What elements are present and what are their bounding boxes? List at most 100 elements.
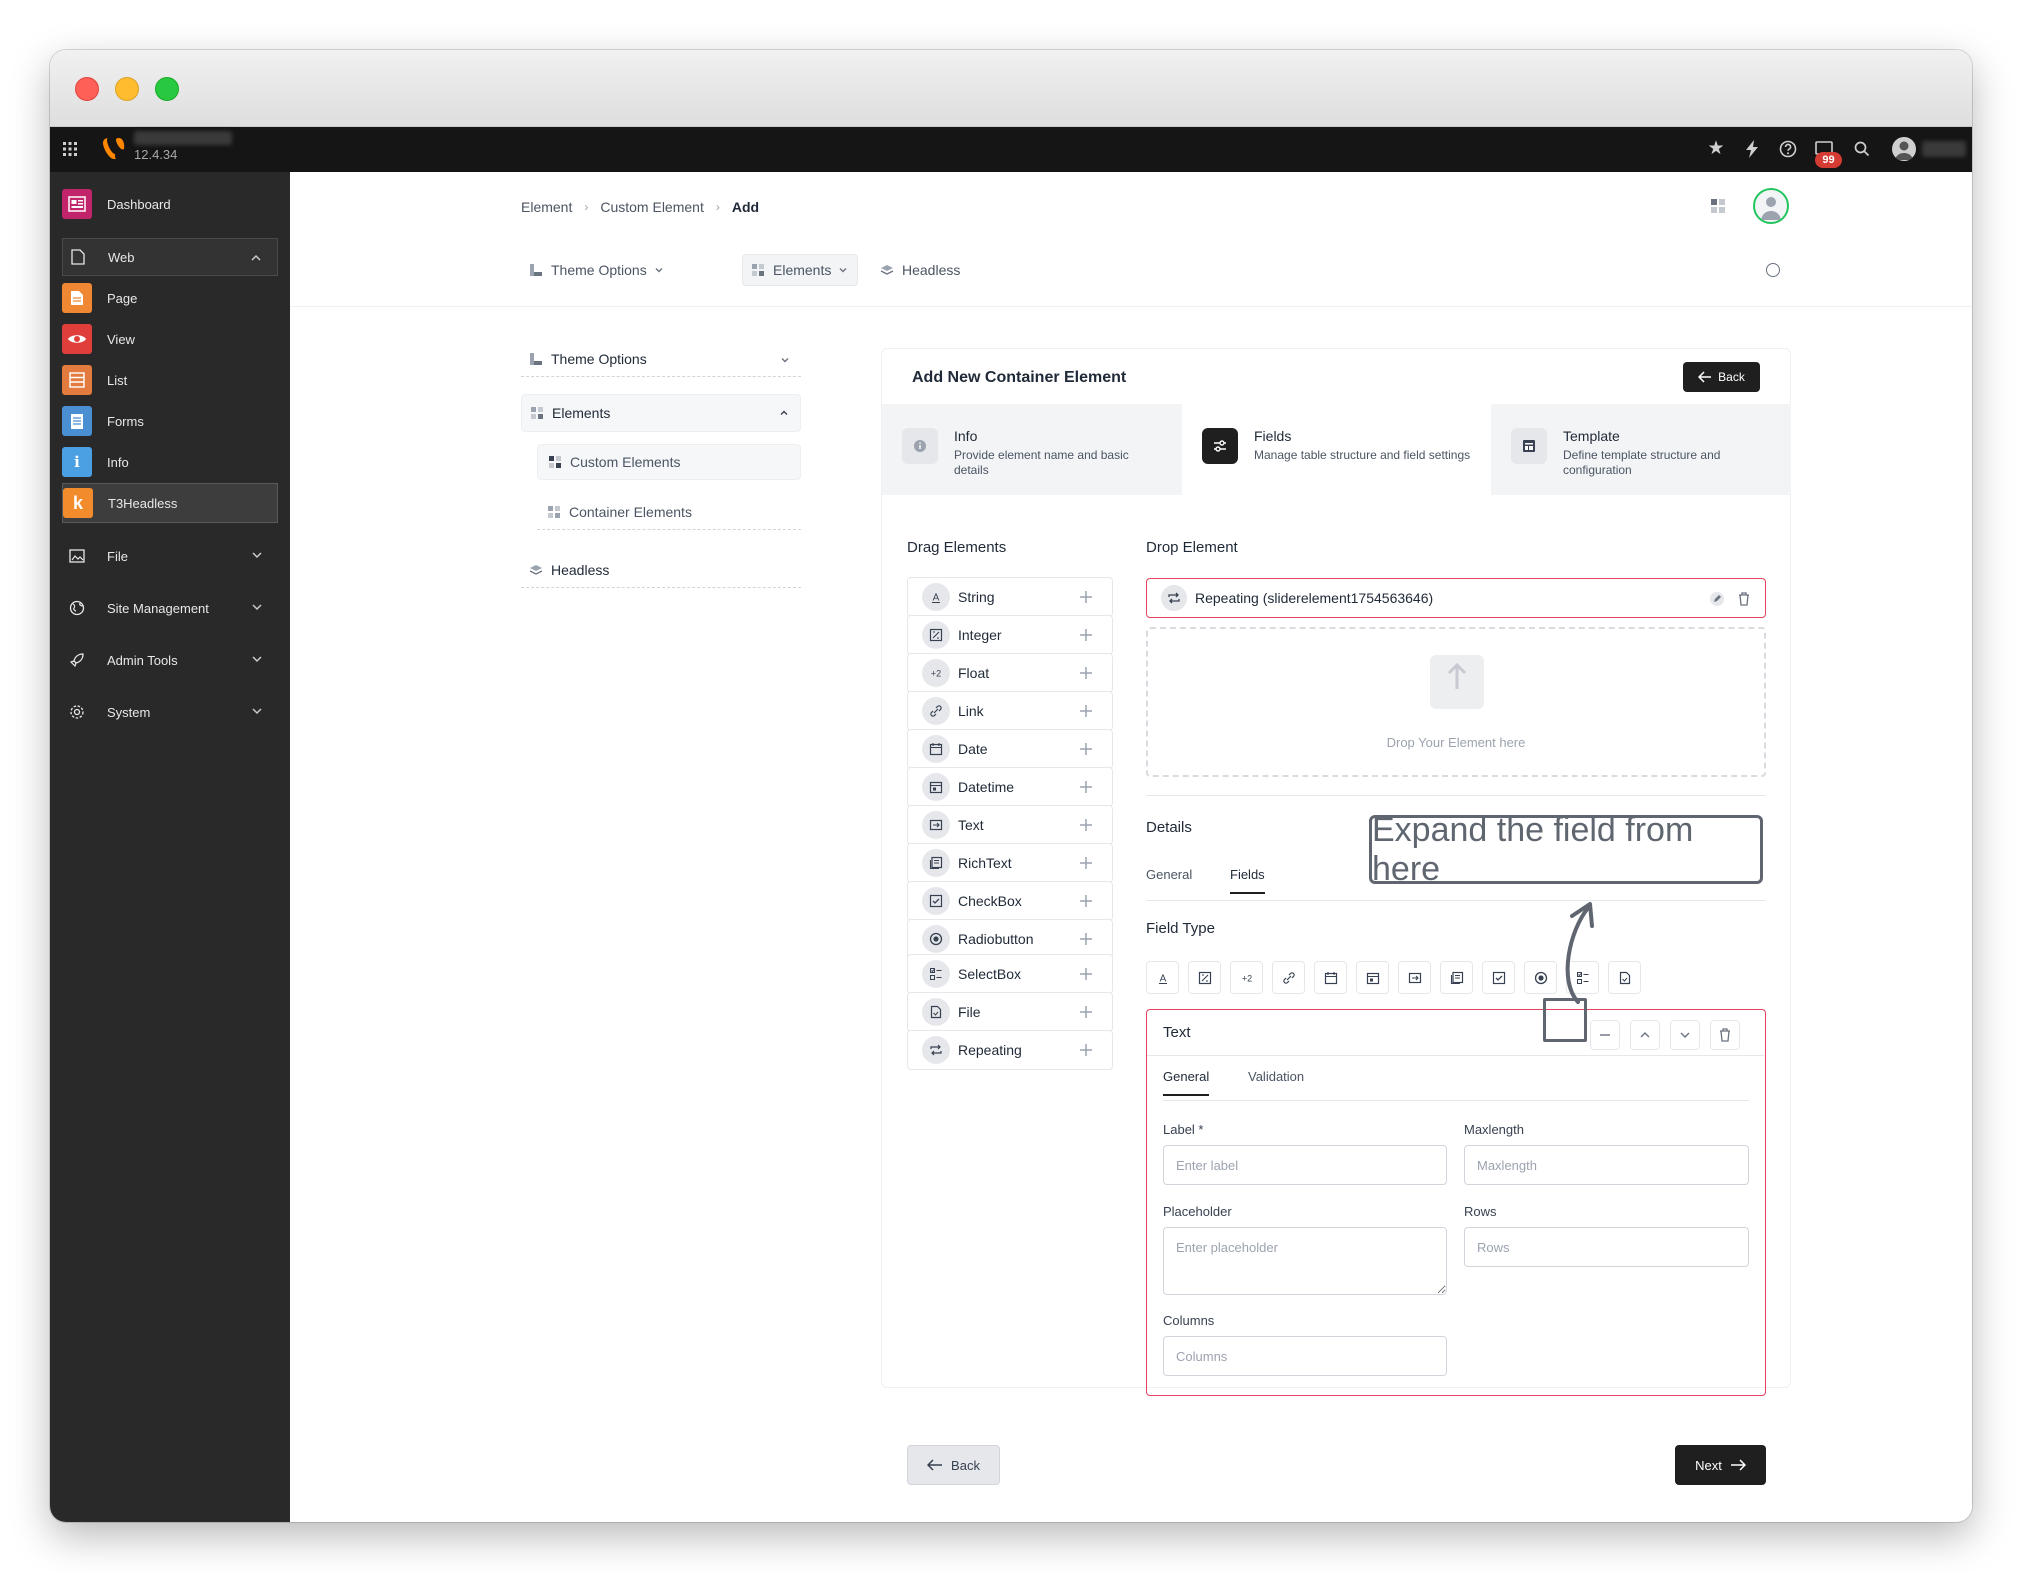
plus-icon[interactable]	[1078, 1042, 1094, 1058]
plus-icon[interactable]	[1078, 779, 1094, 795]
field-tab-general[interactable]: General	[1163, 1069, 1210, 1096]
field-tab-validation[interactable]: Validation	[1248, 1069, 1304, 1084]
sidebar-group-admin-tools[interactable]: Admin Tools	[62, 640, 278, 680]
plus-icon[interactable]	[1078, 741, 1094, 757]
breadcrumb-element[interactable]: Element	[521, 199, 572, 215]
sidebar-item-page[interactable]: Page	[62, 278, 278, 318]
footer-back-button[interactable]: Back	[907, 1445, 1000, 1485]
help-icon[interactable]	[1776, 137, 1800, 161]
delete-field-button[interactable]	[1710, 1020, 1740, 1050]
field-type-button-link[interactable]	[1272, 961, 1305, 994]
field-type-button-text[interactable]	[1398, 961, 1431, 994]
drag-item-string[interactable]: A String	[907, 577, 1113, 617]
maximize-window-button[interactable]	[155, 77, 179, 101]
drop-zone-label: Drop Your Element here	[1386, 735, 1526, 750]
trash-icon[interactable]	[1737, 591, 1751, 607]
maxlength-input[interactable]	[1464, 1145, 1749, 1185]
leftnav-headless-label: Headless	[551, 561, 610, 578]
status-circle-icon[interactable]	[1766, 263, 1780, 277]
profile-avatar[interactable]	[1753, 188, 1789, 224]
drag-item-datetime[interactable]: Datetime	[907, 767, 1113, 807]
selectbox-icon	[922, 960, 950, 988]
bookmark-star-icon[interactable]: ★	[1704, 137, 1728, 161]
rows-input[interactable]	[1464, 1227, 1749, 1267]
breadcrumb-custom-element[interactable]: Custom Element	[600, 199, 703, 215]
plus-icon[interactable]	[1078, 1004, 1094, 1020]
placeholder-textarea[interactable]	[1163, 1227, 1447, 1295]
drag-item-repeating[interactable]: Repeating	[907, 1030, 1113, 1070]
drag-item-date[interactable]: Date	[907, 729, 1113, 769]
plus-icon[interactable]	[1078, 966, 1094, 982]
module-menu-icon[interactable]	[58, 137, 82, 161]
field-type-button-richtext[interactable]	[1440, 961, 1473, 994]
drag-item-float[interactable]: +2 Float	[907, 653, 1113, 693]
sidebar-item-view[interactable]: View	[62, 319, 278, 359]
step-info[interactable]: Info Provide element name and basic deta…	[882, 404, 1182, 495]
drag-item-file[interactable]: File	[907, 992, 1113, 1032]
field-type-button-datetime[interactable]	[1356, 961, 1389, 994]
app-window: 12.4.34 ★ 99 Dashboard Web Page View Lis…	[50, 50, 1972, 1522]
close-window-button[interactable]	[75, 77, 99, 101]
field-type-button-file[interactable]	[1608, 961, 1641, 994]
drag-item-checkbox[interactable]: CheckBox	[907, 881, 1113, 921]
plus-icon[interactable]	[1078, 665, 1094, 681]
drag-item-selectbox[interactable]: SelectBox	[907, 954, 1113, 994]
leftnav-headless[interactable]: Headless	[521, 552, 801, 588]
dropped-repeating-item[interactable]: Repeating (sliderelement1754563646)	[1146, 578, 1766, 618]
plus-icon[interactable]	[1078, 589, 1094, 605]
details-tab-fields[interactable]: Fields	[1230, 867, 1265, 894]
sidebar-item-list[interactable]: List	[62, 360, 278, 400]
subnav-elements[interactable]: Elements	[742, 254, 859, 286]
sidebar-group-web[interactable]: Web	[62, 238, 278, 276]
subnav-theme-options-label: Theme Options	[551, 262, 647, 278]
plus-icon[interactable]	[1078, 893, 1094, 909]
plus-icon[interactable]	[1078, 817, 1094, 833]
sidebar-group-site-management[interactable]: Site Management	[62, 588, 278, 628]
sidebar-item-forms[interactable]: Forms	[62, 401, 278, 441]
subnav-theme-options[interactable]: Theme Options	[521, 254, 673, 286]
field-type-button-date[interactable]	[1314, 961, 1347, 994]
drag-item-richtext[interactable]: RichText	[907, 843, 1113, 883]
field-type-button-string[interactable]: A	[1146, 961, 1179, 994]
edit-pencil-icon[interactable]	[1709, 591, 1725, 607]
drag-item-link[interactable]: Link	[907, 691, 1113, 731]
leftnav-elements[interactable]: Elements	[521, 394, 801, 432]
drag-item-integer[interactable]: Integer	[907, 615, 1113, 655]
search-icon[interactable]	[1850, 137, 1874, 161]
plus-icon[interactable]	[1078, 855, 1094, 871]
columns-input[interactable]	[1163, 1336, 1447, 1376]
user-avatar[interactable]	[1892, 137, 1916, 161]
step-template[interactable]: Template Define template structure and c…	[1491, 404, 1791, 495]
header-back-button[interactable]: Back	[1683, 362, 1760, 392]
step-fields[interactable]: Fields Manage table structure and field …	[1182, 404, 1491, 495]
leftnav-container-elements[interactable]: Container Elements	[537, 494, 801, 530]
sidebar-item-dashboard[interactable]: Dashboard	[62, 184, 278, 224]
move-up-button[interactable]	[1630, 1020, 1660, 1050]
plus-icon[interactable]	[1078, 703, 1094, 719]
move-down-button[interactable]	[1670, 1020, 1700, 1050]
leftnav-custom-elements[interactable]: Custom Elements	[537, 444, 801, 480]
sidebar-group-system[interactable]: System	[62, 692, 278, 732]
minimize-window-button[interactable]	[115, 77, 139, 101]
clear-cache-flash-icon[interactable]	[1740, 137, 1764, 161]
drop-zone[interactable]: Drop Your Element here	[1146, 627, 1766, 777]
drag-item-radiobutton[interactable]: Radiobutton	[907, 919, 1113, 959]
sidebar-item-info[interactable]: i Info	[62, 442, 278, 482]
richtext-icon	[1450, 971, 1463, 984]
field-type-button-integer[interactable]	[1188, 961, 1221, 994]
next-button[interactable]: Next	[1675, 1445, 1766, 1485]
drag-item-text[interactable]: Text	[907, 805, 1113, 845]
leftnav-theme-options[interactable]: Theme Options	[521, 342, 801, 377]
layers-icon	[529, 564, 543, 575]
field-type-button-checkbox[interactable]	[1482, 961, 1515, 994]
plus-icon[interactable]	[1078, 931, 1094, 947]
field-type-button-float[interactable]: +2	[1230, 961, 1263, 994]
details-tab-general[interactable]: General	[1146, 867, 1192, 882]
label-input[interactable]	[1163, 1145, 1447, 1185]
plus-icon[interactable]	[1078, 627, 1094, 643]
sidebar-group-file[interactable]: File	[62, 536, 278, 576]
subnav-headless[interactable]: Headless	[872, 254, 968, 286]
sidebar-item-t3headless[interactable]: k T3Headless	[62, 483, 278, 523]
grid-apps-icon[interactable]	[1710, 198, 1726, 214]
typo3-logo-icon[interactable]	[102, 135, 126, 161]
